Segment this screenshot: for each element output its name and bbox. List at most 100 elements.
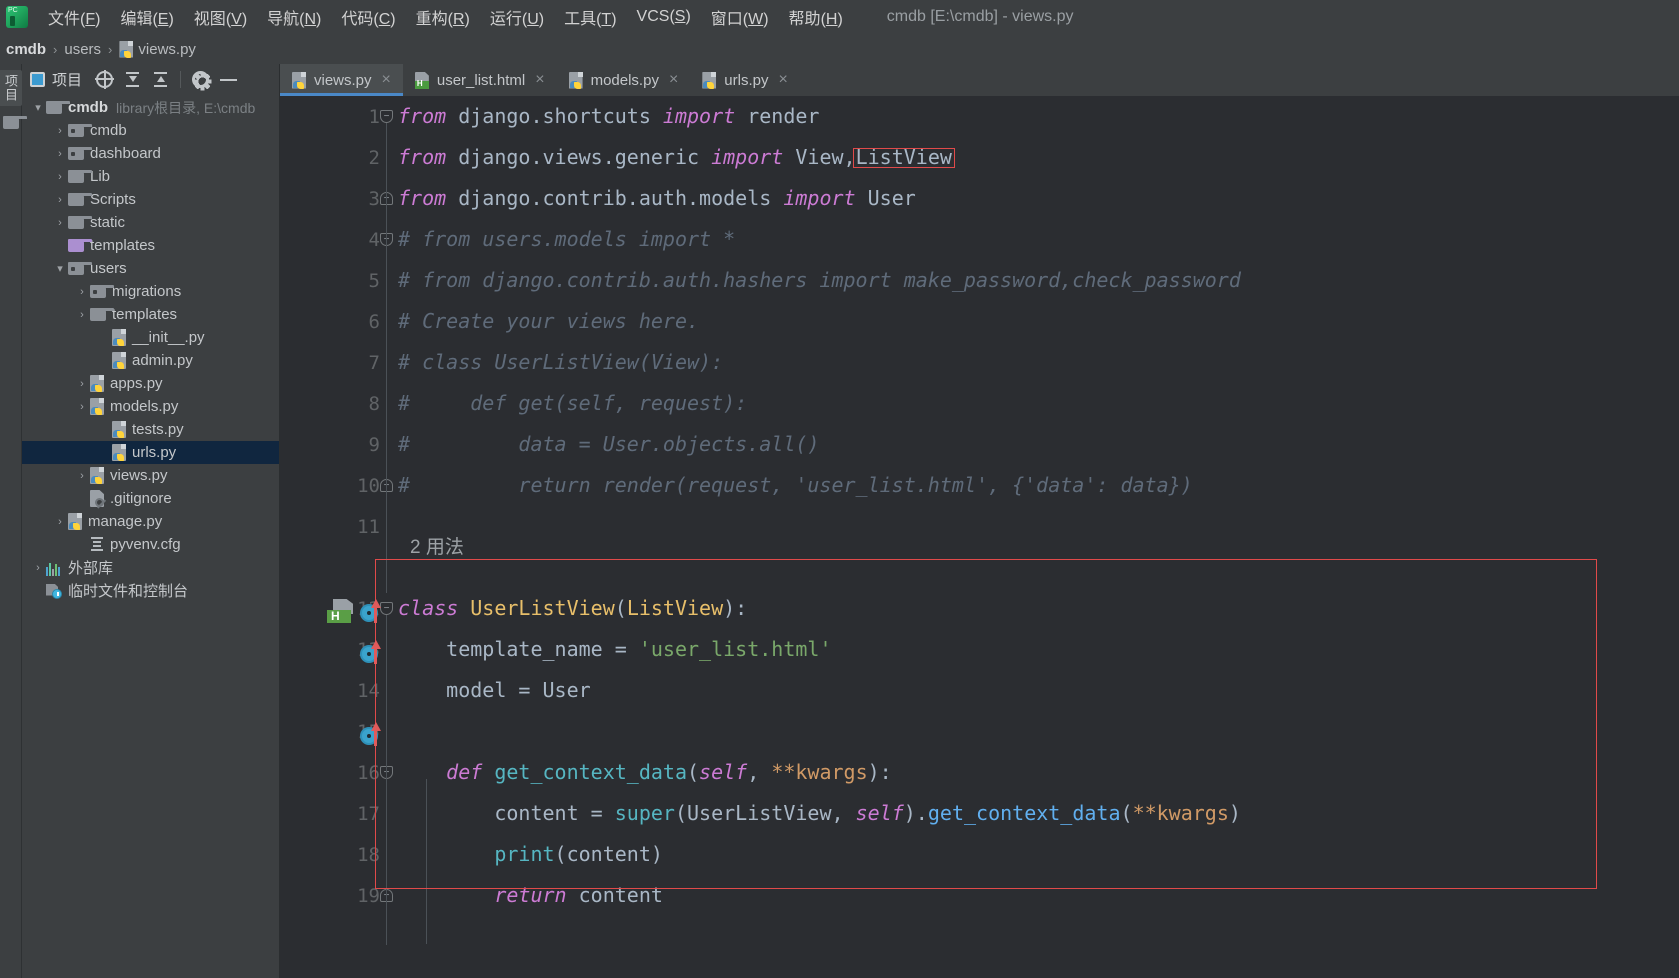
close-icon[interactable]: ×	[382, 71, 391, 89]
menu-item-window[interactable]: 窗口(W)	[701, 1, 779, 33]
module-folder-icon	[68, 262, 92, 275]
chevron-right-icon[interactable]: ›	[52, 148, 68, 160]
tree-node-apps-py[interactable]: › apps.py	[22, 372, 279, 395]
line-number: 4	[368, 228, 380, 251]
line-number: 17	[357, 802, 380, 825]
tree-node-cmdb-module[interactable]: › cmdb	[22, 119, 279, 142]
chevron-right-icon[interactable]: ›	[52, 125, 68, 137]
editor-tab-views-py[interactable]: views.py ×	[280, 64, 403, 96]
code-lines[interactable]: from django.shortcuts import render from…	[388, 96, 1679, 978]
tree-node-external-libraries[interactable]: › 外部库	[22, 556, 279, 579]
python-file-icon	[568, 71, 583, 89]
project-panel: 项目 ▾ cmdb library根目录, E:\cmdb › cmdb › d…	[22, 64, 280, 978]
code-editor[interactable]: 1 2 3 4 5 6 7 8 9 10 11 12 13 14 15 16 1	[280, 96, 1679, 978]
menu-item-code[interactable]: 代码(C)	[331, 1, 405, 33]
chevron-right-icon[interactable]: ›	[52, 516, 68, 528]
folder-icon[interactable]	[2, 116, 27, 134]
indent-guide	[386, 123, 387, 593]
tree-node-cmdb-root[interactable]: ▾ cmdb library根目录, E:\cmdb	[22, 96, 279, 119]
tree-node-users-templates[interactable]: › templates	[22, 303, 279, 326]
tree-node-admin-py[interactable]: › admin.py	[22, 349, 279, 372]
menu-item-run[interactable]: 运行(U)	[480, 1, 554, 33]
menu-item-tools[interactable]: 工具(T)	[554, 1, 626, 33]
menu-item-refactor[interactable]: 重构(R)	[406, 1, 480, 33]
gitignore-file-icon	[90, 490, 104, 507]
tree-node-init-py[interactable]: › __init__.py	[22, 326, 279, 349]
chevron-right-icon[interactable]: ›	[52, 194, 68, 206]
menu-accel: R	[452, 11, 465, 28]
project-panel-header: 项目	[22, 64, 279, 94]
editor-tab-models-py[interactable]: models.py ×	[557, 64, 691, 96]
menu-item-view[interactable]: 视图(V)	[184, 1, 257, 33]
tree-node-tests-py[interactable]: › tests.py	[22, 418, 279, 441]
line-number: 11	[357, 515, 380, 538]
code-fold-marker[interactable]: −	[380, 602, 393, 615]
breadcrumb-item-users[interactable]: users	[64, 41, 101, 58]
code-line-2: from django.views.generic import View,Li…	[398, 145, 952, 169]
tree-node-templates-root[interactable]: › templates	[22, 234, 279, 257]
tree-node-users[interactable]: ▾ users	[22, 257, 279, 280]
tree-node-label: .gitignore	[110, 490, 172, 507]
tool-window-button-project[interactable]: 项目	[0, 70, 22, 106]
chevron-right-icon[interactable]: ›	[74, 286, 90, 298]
menu-item-help[interactable]: 帮助(H)	[779, 1, 853, 33]
tree-node-label: pyvenv.cfg	[110, 536, 181, 553]
module-folder-icon	[68, 147, 92, 160]
tree-node-hint: library根目录, E:\cmdb	[116, 99, 256, 116]
chevron-right-icon[interactable]: ›	[52, 217, 68, 229]
menu-item-navigate[interactable]: 导航(N)	[257, 1, 331, 33]
tree-node-manage-py[interactable]: › manage.py	[22, 510, 279, 533]
tree-node-gitignore[interactable]: › .gitignore	[22, 487, 279, 510]
menu-accel: V	[231, 11, 242, 28]
html-template-marker-icon[interactable]	[327, 599, 353, 623]
tree-node-urls-py[interactable]: › urls.py	[22, 441, 279, 464]
chevron-right-icon[interactable]: ›	[74, 309, 90, 321]
menu-accel: N	[304, 11, 317, 28]
editor-tab-user-list-html[interactable]: user_list.html ×	[403, 64, 557, 96]
tree-node-models-py[interactable]: › models.py	[22, 395, 279, 418]
tree-node-migrations[interactable]: › migrations	[22, 280, 279, 303]
settings-gear-icon[interactable]	[192, 70, 210, 88]
tree-node-lib[interactable]: › Lib	[22, 165, 279, 188]
close-icon[interactable]: ×	[778, 71, 787, 89]
chevron-right-icon[interactable]: ›	[52, 171, 68, 183]
editor-gutter[interactable]: 1 2 3 4 5 6 7 8 9 10 11 12 13 14 15 16 1	[280, 96, 388, 978]
close-icon[interactable]: ×	[535, 71, 544, 89]
collapse-all-icon[interactable]	[152, 71, 169, 88]
menu-accel: S	[674, 8, 686, 25]
chevron-down-icon[interactable]: ▾	[52, 262, 68, 275]
chevron-right-icon[interactable]: ›	[74, 378, 90, 390]
python-file-icon	[112, 421, 126, 438]
tree-node-views-py[interactable]: › views.py	[22, 464, 279, 487]
tree-node-label: migrations	[112, 283, 182, 300]
tree-node-scratches-and-consoles[interactable]: › 临时文件和控制台	[22, 579, 279, 602]
tree-node-scripts[interactable]: › Scripts	[22, 188, 279, 211]
expand-all-icon[interactable]	[124, 71, 141, 88]
tree-node-label: static	[90, 214, 126, 231]
toolbar-divider	[180, 70, 182, 88]
line-number: 5	[368, 269, 380, 292]
tree-node-pyvenv-cfg[interactable]: › pyvenv.cfg	[22, 533, 279, 556]
tree-node-static[interactable]: › static	[22, 211, 279, 234]
breadcrumb-item-project[interactable]: cmdb	[6, 41, 46, 58]
close-icon[interactable]: ×	[669, 71, 678, 89]
menu-item-edit[interactable]: 编辑(E)	[110, 1, 183, 33]
hide-panel-icon[interactable]	[220, 71, 238, 88]
tree-node-dashboard[interactable]: › dashboard	[22, 142, 279, 165]
menu-item-file[interactable]: 文件(F)	[38, 1, 110, 33]
python-file-icon	[292, 71, 306, 89]
locate-target-icon[interactable]	[95, 69, 115, 89]
chevron-right-icon[interactable]: ›	[74, 401, 90, 413]
menu-accel: T	[601, 11, 612, 28]
code-fold-marker[interactable]: −	[380, 110, 393, 123]
editor-tab-urls-py[interactable]: urls.py ×	[690, 64, 800, 96]
line-number: 6	[368, 310, 380, 333]
breadcrumb-item-file[interactable]: views.py	[119, 40, 196, 58]
chevron-right-icon[interactable]: ›	[30, 562, 46, 574]
line-number: 10	[357, 474, 380, 497]
external-libraries-icon	[46, 560, 62, 576]
chevron-down-icon[interactable]: ▾	[30, 101, 46, 114]
project-tree[interactable]: ▾ cmdb library根目录, E:\cmdb › cmdb › dash…	[22, 94, 279, 978]
chevron-right-icon[interactable]: ›	[74, 470, 90, 482]
menu-item-vcs[interactable]: VCS(S)	[627, 4, 701, 30]
